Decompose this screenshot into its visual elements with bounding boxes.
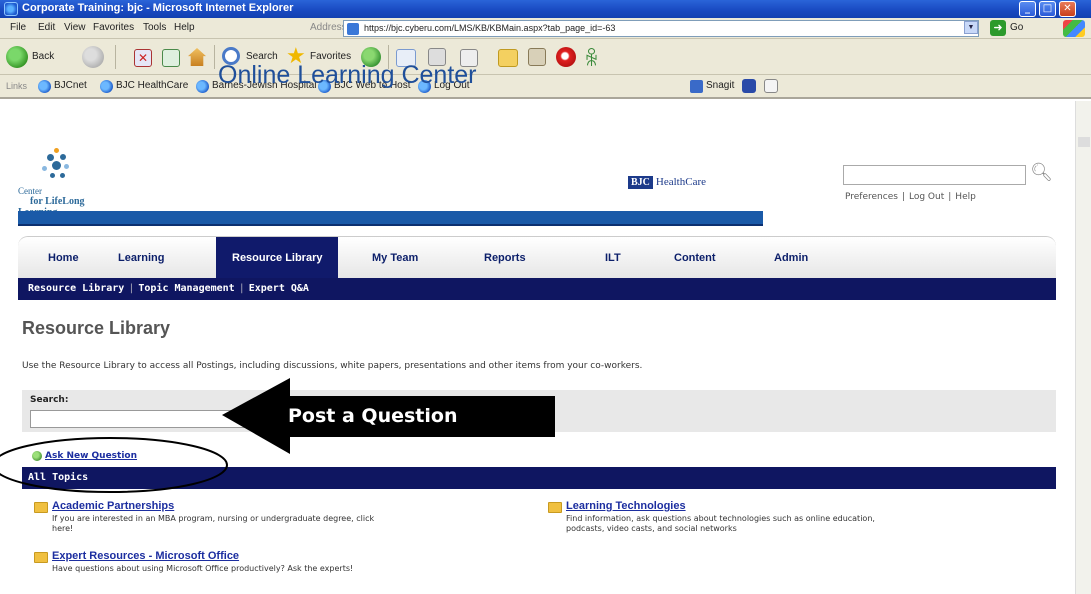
- callout-text: Post a Question: [288, 405, 458, 427]
- callout-ellipse: [0, 437, 228, 493]
- browser-window: Corporate Training: bjc - Microsoft Inte…: [0, 0, 1091, 594]
- annotation-overlay: [0, 378, 555, 493]
